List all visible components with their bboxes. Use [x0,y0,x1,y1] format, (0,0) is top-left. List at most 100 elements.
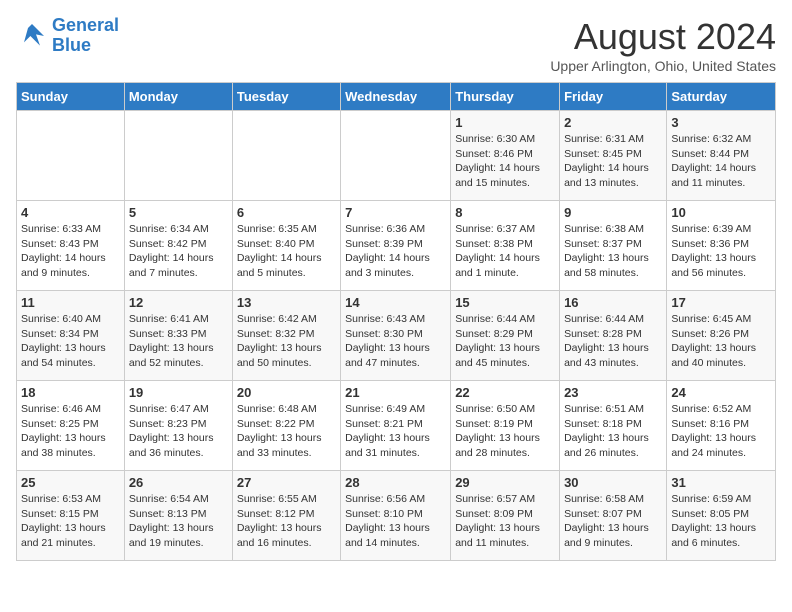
calendar-cell: 6Sunrise: 6:35 AM Sunset: 8:40 PM Daylig… [232,201,340,291]
day-info: Sunrise: 6:39 AM Sunset: 8:36 PM Dayligh… [671,222,771,281]
day-number: 21 [345,385,446,400]
logo-text: General Blue [52,16,119,56]
day-number: 20 [237,385,336,400]
day-number: 13 [237,295,336,310]
day-number: 7 [345,205,446,220]
day-number: 19 [129,385,228,400]
logo-line2: Blue [52,35,91,55]
day-info: Sunrise: 6:58 AM Sunset: 8:07 PM Dayligh… [564,492,662,551]
day-info: Sunrise: 6:40 AM Sunset: 8:34 PM Dayligh… [21,312,120,371]
day-info: Sunrise: 6:32 AM Sunset: 8:44 PM Dayligh… [671,132,771,191]
calendar-cell: 26 Sunrise: 6:54 AM Sunset: 8:13 PM Dayli… [124,471,232,561]
logo: General Blue [16,16,119,56]
column-header-monday: Monday [124,83,232,111]
day-number: 8 [455,205,555,220]
calendar-cell: 29Sunrise: 6:57 AM Sunset: 8:09 PM Dayli… [451,471,560,561]
calendar-cell: 5 Sunrise: 6:34 AM Sunset: 8:42 PM Daylig… [124,201,232,291]
day-info: Sunrise: 6:36 AM Sunset: 8:39 PM Dayligh… [345,222,446,281]
day-info: Sunrise: 6:47 AM Sunset: 8:23 PM Dayligh… [129,402,228,461]
calendar-cell: 13 Sunrise: 6:42 AM Sunset: 8:32 PM Dayli… [232,291,340,381]
day-info: Sunrise: 6:48 AM Sunset: 8:22 PM Dayligh… [237,402,336,461]
day-info: Sunrise: 6:41 AM Sunset: 8:33 PM Dayligh… [129,312,228,371]
column-header-sunday: Sunday [17,83,125,111]
calendar-cell: 22 Sunrise: 6:50 AM Sunset: 8:19 PM Dayli… [451,381,560,471]
calendar-cell: 28Sunrise: 6:56 AM Sunset: 8:10 PM Dayli… [341,471,451,561]
day-info: Sunrise: 6:34 AM Sunset: 8:42 PM Dayligh… [129,222,228,281]
day-info: Sunrise: 6:53 AM Sunset: 8:15 PM Dayligh… [21,492,120,551]
calendar-week-row: 25 Sunrise: 6:53 AM Sunset: 8:15 PM Dayli… [17,471,776,561]
calendar-cell: 15 Sunrise: 6:44 AM Sunset: 8:29 PM Dayli… [451,291,560,381]
day-info: Sunrise: 6:50 AM Sunset: 8:19 PM Dayligh… [455,402,555,461]
day-number: 14 [345,295,446,310]
day-info: Sunrise: 6:45 AM Sunset: 8:26 PM Dayligh… [671,312,771,371]
calendar-cell: 7 Sunrise: 6:36 AM Sunset: 8:39 PM Daylig… [341,201,451,291]
column-header-wednesday: Wednesday [341,83,451,111]
day-number: 3 [671,115,771,130]
calendar-cell: 23Sunrise: 6:51 AM Sunset: 8:18 PM Dayli… [560,381,667,471]
calendar-cell [17,111,125,201]
location: Upper Arlington, Ohio, United States [550,58,776,74]
logo-icon [16,20,48,52]
calendar-cell: 10 Sunrise: 6:39 AM Sunset: 8:36 PM Dayli… [667,201,776,291]
day-info: Sunrise: 6:37 AM Sunset: 8:38 PM Dayligh… [455,222,555,281]
column-header-tuesday: Tuesday [232,83,340,111]
calendar-cell: 27Sunrise: 6:55 AM Sunset: 8:12 PM Dayli… [232,471,340,561]
day-info: Sunrise: 6:52 AM Sunset: 8:16 PM Dayligh… [671,402,771,461]
day-number: 12 [129,295,228,310]
day-number: 15 [455,295,555,310]
calendar-cell: 11 Sunrise: 6:40 AM Sunset: 8:34 PM Dayli… [17,291,125,381]
day-number: 4 [21,205,120,220]
day-number: 2 [564,115,662,130]
logo-line1: General [52,15,119,35]
day-info: Sunrise: 6:38 AM Sunset: 8:37 PM Dayligh… [564,222,662,281]
calendar-cell: 18 Sunrise: 6:46 AM Sunset: 8:25 PM Dayli… [17,381,125,471]
calendar-cell: 9 Sunrise: 6:38 AM Sunset: 8:37 PM Daylig… [560,201,667,291]
title-area: August 2024 Upper Arlington, Ohio, Unite… [550,16,776,74]
day-number: 23 [564,385,662,400]
day-number: 27 [237,475,336,490]
day-number: 25 [21,475,120,490]
day-info: Sunrise: 6:54 AM Sunset: 8:13 PM Dayligh… [129,492,228,551]
day-info: Sunrise: 6:44 AM Sunset: 8:29 PM Dayligh… [455,312,555,371]
calendar-cell: 8 Sunrise: 6:37 AM Sunset: 8:38 PM Daylig… [451,201,560,291]
day-number: 1 [455,115,555,130]
day-info: Sunrise: 6:59 AM Sunset: 8:05 PM Dayligh… [671,492,771,551]
day-number: 10 [671,205,771,220]
calendar-cell: 3 Sunrise: 6:32 AM Sunset: 8:44 PM Daylig… [667,111,776,201]
day-number: 22 [455,385,555,400]
day-number: 26 [129,475,228,490]
day-info: Sunrise: 6:46 AM Sunset: 8:25 PM Dayligh… [21,402,120,461]
column-header-friday: Friday [560,83,667,111]
calendar-cell: 2Sunrise: 6:31 AM Sunset: 8:45 PM Daylig… [560,111,667,201]
calendar-cell: 14 Sunrise: 6:43 AM Sunset: 8:30 PM Dayli… [341,291,451,381]
column-header-saturday: Saturday [667,83,776,111]
day-number: 31 [671,475,771,490]
month-title: August 2024 [550,16,776,58]
calendar-cell: 24 Sunrise: 6:52 AM Sunset: 8:16 PM Dayli… [667,381,776,471]
calendar-header-row: SundayMondayTuesdayWednesdayThursdayFrid… [17,83,776,111]
day-number: 5 [129,205,228,220]
day-number: 28 [345,475,446,490]
day-info: Sunrise: 6:43 AM Sunset: 8:30 PM Dayligh… [345,312,446,371]
day-info: Sunrise: 6:30 AM Sunset: 8:46 PM Dayligh… [455,132,555,191]
calendar-cell: 4Sunrise: 6:33 AM Sunset: 8:43 PM Daylig… [17,201,125,291]
calendar-week-row: 1 Sunrise: 6:30 AM Sunset: 8:46 PM Daylig… [17,111,776,201]
day-number: 24 [671,385,771,400]
day-number: 6 [237,205,336,220]
day-number: 18 [21,385,120,400]
header: General Blue August 2024 Upper Arlington… [16,16,776,74]
day-number: 17 [671,295,771,310]
day-info: Sunrise: 6:42 AM Sunset: 8:32 PM Dayligh… [237,312,336,371]
day-number: 29 [455,475,555,490]
day-number: 30 [564,475,662,490]
calendar-cell: 25 Sunrise: 6:53 AM Sunset: 8:15 PM Dayli… [17,471,125,561]
calendar-cell: 1 Sunrise: 6:30 AM Sunset: 8:46 PM Daylig… [451,111,560,201]
calendar-table: SundayMondayTuesdayWednesdayThursdayFrid… [16,82,776,561]
calendar-week-row: 18 Sunrise: 6:46 AM Sunset: 8:25 PM Dayli… [17,381,776,471]
calendar-cell: 30 Sunrise: 6:58 AM Sunset: 8:07 PM Dayli… [560,471,667,561]
calendar-week-row: 11 Sunrise: 6:40 AM Sunset: 8:34 PM Dayli… [17,291,776,381]
day-number: 11 [21,295,120,310]
day-number: 9 [564,205,662,220]
calendar-cell [124,111,232,201]
calendar-cell: 31 Sunrise: 6:59 AM Sunset: 8:05 PM Dayli… [667,471,776,561]
